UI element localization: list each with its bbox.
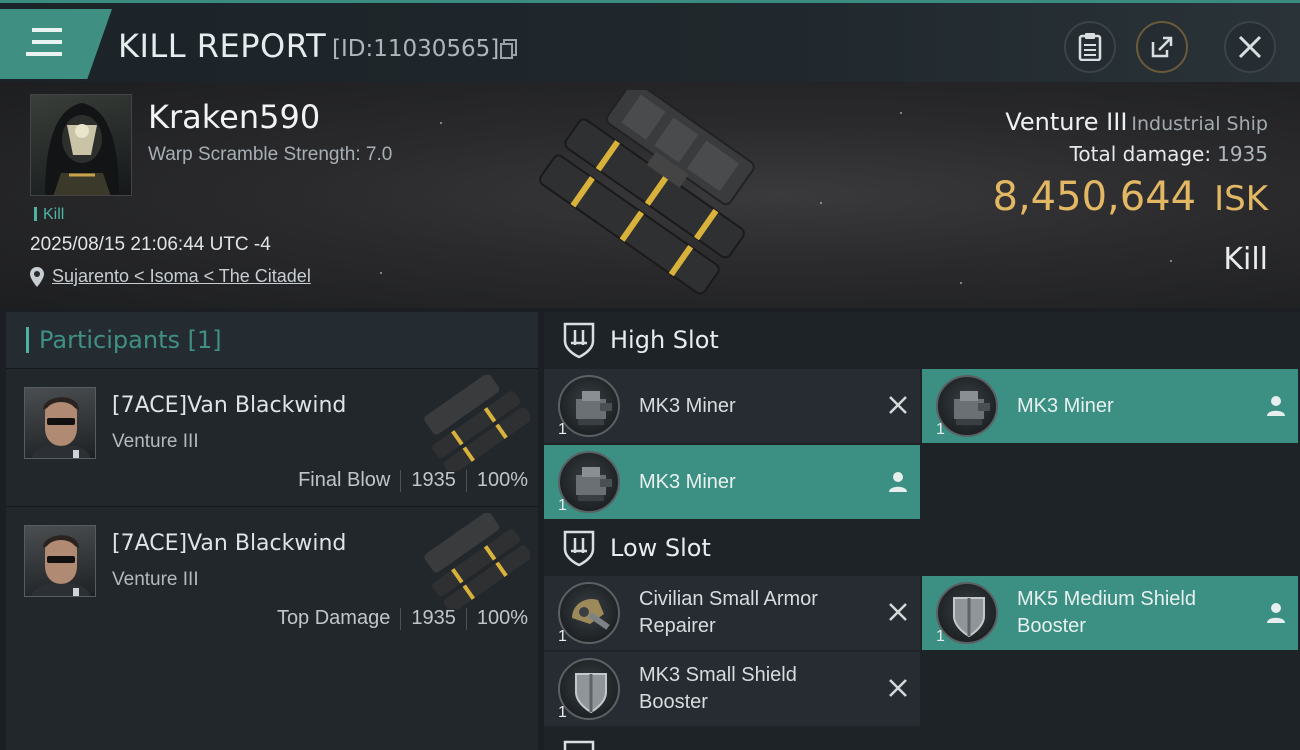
kill-tag: Kill [34,206,64,224]
module-card[interactable]: 1 MK3 Miner [544,445,920,519]
victim-portrait[interactable] [30,94,132,196]
header-bar: KILL REPORT [ID:11030565] [0,0,1300,82]
divider [465,469,467,492]
page-title: KILL REPORT [118,27,327,65]
participant-avatar[interactable] [24,525,96,597]
kill-datetime: 2025/08/15 21:06:44 UTC -4 [30,234,271,255]
module-quantity: 1 [936,628,945,645]
victim-ship-class: Industrial Ship [1131,113,1268,135]
isk-value: 8,450,644 ISK [993,174,1268,220]
hamburger-icon [26,28,62,56]
hooded-pilot-icon [45,103,119,195]
share-icon [1151,36,1173,58]
total-damage: Total damage: 1935 [1070,142,1268,166]
clipboard-icon [1078,33,1102,61]
isk-amount: 8,450,644 [992,174,1197,220]
fitting-slots-panel: High Slot 1 MK3 Miner 1 MK3 Miner 1 MK3 … [544,312,1300,750]
miner-module-icon [558,375,620,437]
participant-row[interactable]: [7ACE]Van Blackwind Venture III Top Dama… [6,506,538,644]
person-icon [1267,396,1285,416]
destroyed-x-icon [889,396,907,414]
high-slot-header: High Slot [544,312,1300,368]
participant-row[interactable]: [7ACE]Van Blackwind Venture III Final Bl… [6,368,538,506]
participant-damage: 1935 [411,607,456,629]
participant-ship: Venture III [112,569,199,590]
module-name: MK3 Miner [639,470,736,493]
high-slot-icon [563,322,595,359]
module-name: MK3 Small Shield Booster [639,664,797,713]
pilot-portrait-icon [31,397,91,458]
participant-ship: Venture III [112,431,199,452]
module-card[interactable]: 1 MK5 Medium Shield Booster [922,576,1298,650]
armor-repairer-icon [558,582,620,644]
participant-stats: Top Damage 1935 100% [277,607,528,630]
participant-ship-icon [424,513,530,609]
low-slot-label: Low Slot [610,534,711,562]
module-name: MK3 Miner [639,394,736,417]
menu-button[interactable] [0,9,112,79]
divider [400,607,402,630]
warp-scramble-strength: Warp Scramble Strength: 7.0 [148,144,393,165]
shield-booster-icon [936,582,998,644]
divider [400,469,402,492]
location-pin-icon [30,266,44,287]
destroyed-x-icon [889,679,907,697]
module-card[interactable]: 1 MK3 Miner [544,369,920,443]
miner-module-icon [558,451,620,513]
share-button[interactable] [1136,21,1188,73]
report-id: [ID:11030565] [332,36,500,62]
close-button[interactable] [1224,21,1276,73]
module-card[interactable]: 1 MK3 Miner [922,369,1298,443]
module-card[interactable]: 1 MK3 Small Shield Booster [544,652,920,726]
copy-icon[interactable] [500,39,518,59]
high-slot-label: High Slot [610,326,719,354]
victim-ship-name[interactable]: Venture III [1005,108,1127,136]
participant-role: Top Damage [276,607,391,629]
participants-title: Participants [1] [39,326,222,354]
slot-icon [563,740,595,750]
participant-ship-icon [424,375,530,471]
participant-name[interactable]: [7ACE]Van Blackwind [112,393,346,418]
person-icon [889,472,907,492]
module-name: MK3 Miner [1017,394,1114,417]
module-quantity: 1 [558,497,567,514]
clipboard-button[interactable] [1064,21,1116,73]
victim-ship-render [539,90,755,295]
participants-header[interactable]: Participants [1] [6,312,538,368]
isk-unit: ISK [1214,179,1268,219]
total-damage-value: 1935 [1217,142,1268,166]
module-name: MK5 Medium Shield Booster [1017,588,1196,637]
participant-damage: 1935 [411,469,456,491]
pilot-portrait-icon [31,535,91,596]
module-quantity: 1 [936,421,945,438]
miner-module-icon [936,375,998,437]
victim-ship: Venture III Industrial Ship [1005,108,1268,136]
participant-percent: 100% [476,469,528,491]
module-name: Civilian Small Armor Repairer [639,588,818,637]
victim-name[interactable]: Kraken590 [148,98,320,136]
divider [465,607,467,630]
next-slot-header-partial [544,730,1300,750]
victim-banner: Kraken590 Warp Scramble Strength: 7.0 Ki… [0,82,1300,308]
participants-panel: Participants [1] [7ACE]Van Blackwind Ven… [6,312,538,750]
module-quantity: 1 [558,628,567,645]
kill-result: Kill [1223,242,1268,277]
participant-percent: 100% [476,607,528,629]
destroyed-x-icon [889,603,907,621]
module-quantity: 1 [558,704,567,721]
participant-name[interactable]: [7ACE]Van Blackwind [112,531,346,556]
low-slot-header: Low Slot [544,520,1300,576]
shield-booster-icon [558,658,620,720]
kill-location[interactable]: Sujarento < Isoma < The Citadel [30,266,311,287]
module-card[interactable]: 1 Civilian Small Armor Repairer [544,576,920,650]
low-slot-icon [563,530,595,567]
participant-stats: Final Blow 1935 100% [298,469,528,492]
close-icon [1238,35,1262,59]
total-damage-label: Total damage: [1069,142,1212,166]
participant-role: Final Blow [298,469,391,491]
participant-avatar[interactable] [24,387,96,459]
module-quantity: 1 [558,421,567,438]
location-link[interactable]: Sujarento < Isoma < The Citadel [52,266,311,287]
person-icon [1267,603,1285,623]
